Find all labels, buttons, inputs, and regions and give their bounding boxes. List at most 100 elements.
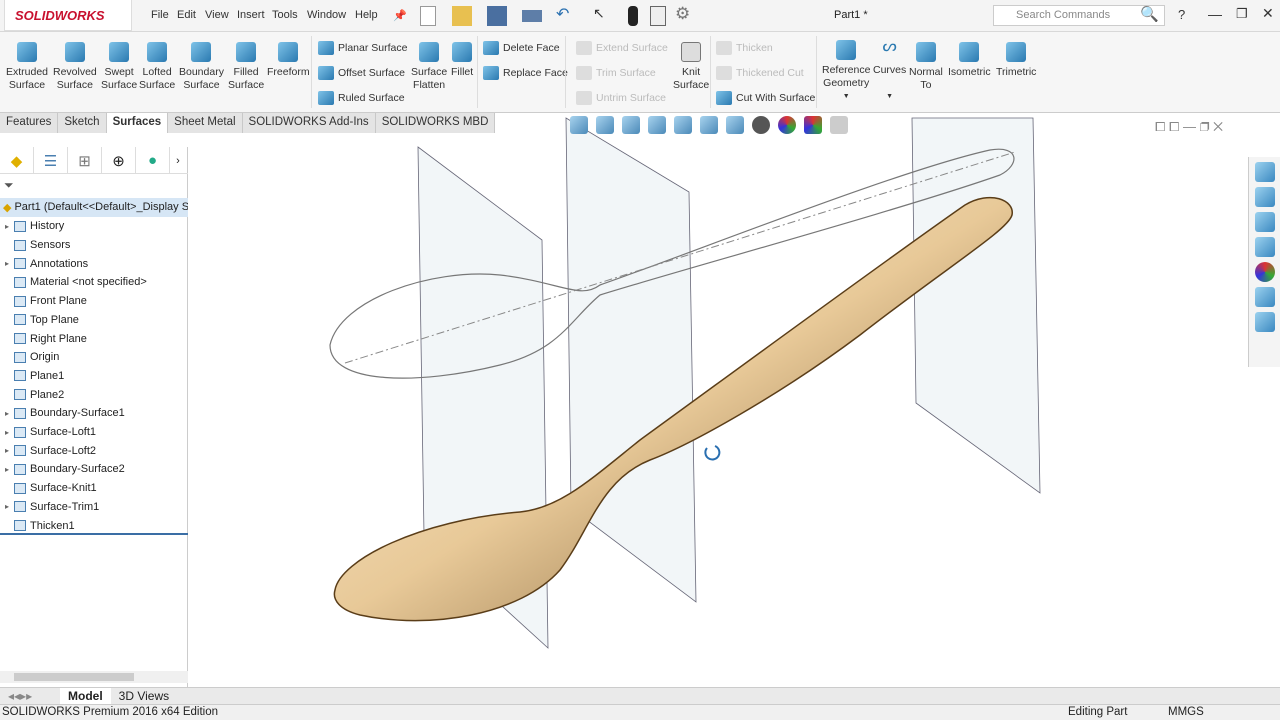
apply-scene-icon[interactable] bbox=[804, 116, 822, 134]
filled-surface-button[interactable]: Filled Surface bbox=[228, 40, 264, 92]
tree-item[interactable]: Plane2 bbox=[0, 385, 188, 404]
viewport-minimize-icon[interactable]: ⧠ ⧠ — ❐ ✕ bbox=[1155, 119, 1223, 135]
tab-3d-views[interactable]: 3D Views bbox=[111, 688, 177, 704]
tree-item[interactable]: ▸ Surface-Loft1 bbox=[0, 423, 188, 442]
tree-item[interactable]: Material <not specified> bbox=[0, 273, 188, 292]
property-manager-tab-icon[interactable]: ☰ bbox=[34, 147, 68, 174]
normal-to-button[interactable]: Normal To bbox=[909, 40, 943, 92]
swept-surface-button[interactable]: Swept Surface bbox=[101, 40, 137, 92]
horizontal-scrollbar[interactable] bbox=[0, 671, 188, 683]
curves-button[interactable]: ᔕ Curves ▼ bbox=[873, 38, 906, 103]
undo-icon[interactable]: ↶ bbox=[556, 4, 569, 24]
hide-show-items-icon[interactable] bbox=[752, 116, 770, 134]
replace-face-button[interactable]: Replace Face bbox=[483, 66, 568, 80]
boundary-surface-button[interactable]: Boundary Surface bbox=[179, 40, 224, 92]
planar-surface-button[interactable]: Planar Surface bbox=[318, 41, 407, 55]
menu-insert[interactable]: Insert bbox=[237, 9, 265, 21]
close-button[interactable]: ✕ bbox=[1262, 5, 1274, 22]
zoom-to-fit-icon[interactable] bbox=[570, 116, 588, 134]
graphics-area[interactable]: ⧠ ⧠ — ❐ ✕ bbox=[189, 113, 1280, 687]
tree-item[interactable]: ▸ Boundary-Surface2 bbox=[0, 460, 188, 479]
more-tabs-chevron-icon[interactable]: › bbox=[170, 147, 186, 174]
fillet-button[interactable]: Fillet bbox=[451, 40, 473, 79]
lofted-surface-button[interactable]: Lofted Surface bbox=[139, 40, 175, 92]
surface-flatten-button[interactable]: Surface Flatten bbox=[411, 40, 447, 92]
tree-item[interactable]: ▸ Boundary-Surface1 bbox=[0, 404, 188, 423]
help-icon[interactable]: ? bbox=[1178, 7, 1185, 22]
unit-system[interactable]: MMGS bbox=[1168, 706, 1204, 718]
trimetric-button[interactable]: Trimetric bbox=[996, 40, 1036, 79]
trim-surface-button[interactable]: Trim Surface bbox=[576, 66, 656, 80]
view-palette-icon[interactable] bbox=[1255, 237, 1275, 257]
thicken-button[interactable]: Thicken bbox=[716, 41, 773, 55]
design-library-icon[interactable] bbox=[1255, 187, 1275, 207]
filter-icon[interactable]: ⏷ bbox=[4, 178, 14, 193]
expand-arrow-icon[interactable]: ▸ bbox=[0, 502, 14, 511]
tree-item[interactable]: ▸ Surface-Loft2 bbox=[0, 441, 188, 460]
tab-features[interactable]: Features bbox=[0, 113, 59, 133]
tree-item[interactable]: ▸ Annotations bbox=[0, 254, 188, 273]
rebuild-icon[interactable] bbox=[628, 6, 638, 26]
freeform-button[interactable]: Freeform bbox=[267, 40, 310, 79]
search-icon[interactable]: 🔍 bbox=[1140, 5, 1159, 23]
minimize-button[interactable]: — bbox=[1208, 6, 1222, 22]
extend-surface-button[interactable]: Extend Surface bbox=[576, 41, 668, 55]
tree-item[interactable]: ▸ Surface-Trim1 bbox=[0, 498, 188, 517]
ruled-surface-button[interactable]: Ruled Surface bbox=[318, 91, 405, 105]
reference-geometry-button[interactable]: Reference Geometry ▼ bbox=[822, 38, 870, 103]
tree-item[interactable]: Right Plane bbox=[0, 329, 188, 348]
solidworks-logo[interactable]: SOLIDWORKS bbox=[4, 0, 132, 31]
open-icon[interactable] bbox=[452, 6, 472, 26]
tree-item[interactable]: Top Plane bbox=[0, 311, 188, 330]
feature-manager-tab-icon[interactable]: ◆ bbox=[0, 147, 34, 174]
view-settings-icon[interactable] bbox=[830, 116, 848, 134]
extruded-surface-button[interactable]: Extruded Surface bbox=[6, 40, 48, 92]
tab-surfaces[interactable]: Surfaces bbox=[106, 113, 169, 133]
tree-item[interactable]: Front Plane bbox=[0, 292, 188, 311]
rollback-bar[interactable] bbox=[0, 533, 188, 535]
delete-face-button[interactable]: Delete Face bbox=[483, 41, 560, 55]
file-properties-icon[interactable] bbox=[650, 6, 666, 26]
untrim-surface-button[interactable]: Untrim Surface bbox=[576, 91, 666, 105]
display-style-icon[interactable] bbox=[726, 116, 744, 134]
menu-tools[interactable]: Tools bbox=[272, 9, 298, 21]
tree-item[interactable]: ▸ History bbox=[0, 217, 188, 236]
previous-view-icon[interactable] bbox=[622, 116, 640, 134]
expand-arrow-icon[interactable]: ▸ bbox=[0, 259, 14, 268]
expand-arrow-icon[interactable]: ▸ bbox=[0, 446, 14, 455]
tree-item[interactable]: Origin bbox=[0, 348, 188, 367]
menu-view[interactable]: View bbox=[205, 9, 229, 21]
configuration-manager-tab-icon[interactable]: ⊞ bbox=[68, 147, 102, 174]
appearances-icon[interactable] bbox=[1255, 262, 1275, 282]
tab-model[interactable]: Model bbox=[60, 688, 111, 704]
display-manager-tab-icon[interactable]: ● bbox=[136, 147, 170, 174]
expand-arrow-icon[interactable]: ▸ bbox=[0, 428, 14, 437]
options-gear-icon[interactable]: ⚙ bbox=[675, 4, 690, 24]
tree-item[interactable]: Sensors bbox=[0, 236, 188, 255]
solidworks-resources-icon[interactable] bbox=[1255, 162, 1275, 182]
zoom-to-area-icon[interactable] bbox=[596, 116, 614, 134]
section-view-icon[interactable] bbox=[648, 116, 666, 134]
cut-with-surface-button[interactable]: Cut With Surface bbox=[716, 91, 815, 105]
offset-surface-button[interactable]: Offset Surface bbox=[318, 66, 405, 80]
menu-edit[interactable]: Edit bbox=[177, 9, 196, 21]
print-icon[interactable] bbox=[522, 10, 542, 22]
revolved-surface-button[interactable]: Revolved Surface bbox=[53, 40, 97, 92]
view-orientation-icon[interactable] bbox=[700, 116, 718, 134]
expand-arrow-icon[interactable]: ▸ bbox=[0, 222, 14, 231]
file-explorer-icon[interactable] bbox=[1255, 212, 1275, 232]
tree-item[interactable]: Plane1 bbox=[0, 367, 188, 386]
expand-arrow-icon[interactable]: ▸ bbox=[0, 409, 14, 418]
tree-root-part1[interactable]: ◆Part1 (Default<<Default>_Display State … bbox=[0, 198, 188, 217]
menu-file[interactable]: File bbox=[151, 9, 169, 21]
menu-window[interactable]: Window bbox=[307, 9, 346, 21]
tab-scroll-arrows[interactable]: ◂◂▸▸ bbox=[0, 688, 60, 704]
expand-arrow-icon[interactable]: ▸ bbox=[0, 465, 14, 474]
thickened-cut-button[interactable]: Thickened Cut bbox=[716, 66, 804, 80]
knit-surface-button[interactable]: Knit Surface bbox=[673, 40, 709, 92]
new-document-icon[interactable] bbox=[420, 6, 436, 26]
edit-appearance-icon[interactable] bbox=[778, 116, 796, 134]
pin-icon[interactable]: 📌 bbox=[393, 9, 407, 22]
dynamic-annotation-icon[interactable] bbox=[674, 116, 692, 134]
dimxpert-tab-icon[interactable]: ⊕ bbox=[102, 147, 136, 174]
